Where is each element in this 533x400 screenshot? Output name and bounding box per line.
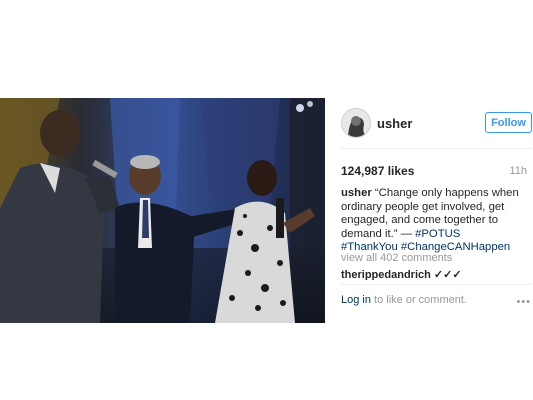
caption-username[interactable]: usher: [341, 187, 372, 199]
post-photo-image: [0, 98, 325, 323]
comment-username[interactable]: therippedandrich ✓✓✓: [341, 268, 521, 280]
post-header: usher Follow: [341, 108, 532, 138]
view-all-comments-link[interactable]: view all 402 comments: [341, 252, 452, 264]
post-sidebar: usher Follow 124,987 likes 11h usher “Ch…: [325, 98, 533, 323]
post-timestamp[interactable]: 11h: [509, 165, 527, 177]
hashtag-link[interactable]: #POTUS: [415, 228, 460, 240]
more-options-icon[interactable]: •••: [516, 296, 531, 308]
header-divider: [341, 148, 532, 149]
avatar[interactable]: [341, 108, 371, 138]
post-photo[interactable]: [0, 98, 325, 323]
instagram-post: usher Follow 124,987 likes 11h usher “Ch…: [0, 98, 533, 323]
login-link[interactable]: Log in: [341, 294, 371, 306]
login-prompt: Log in to like or comment.: [341, 294, 517, 306]
post-caption: usher “Change only happens when ordinary…: [341, 187, 519, 255]
likes-count[interactable]: 124,987 likes: [341, 164, 414, 178]
avatar-image: [342, 109, 370, 137]
footer-divider: [341, 284, 532, 285]
login-prompt-text: to like or comment.: [370, 294, 467, 306]
follow-button[interactable]: Follow: [485, 112, 532, 133]
username-link[interactable]: usher: [377, 116, 412, 131]
